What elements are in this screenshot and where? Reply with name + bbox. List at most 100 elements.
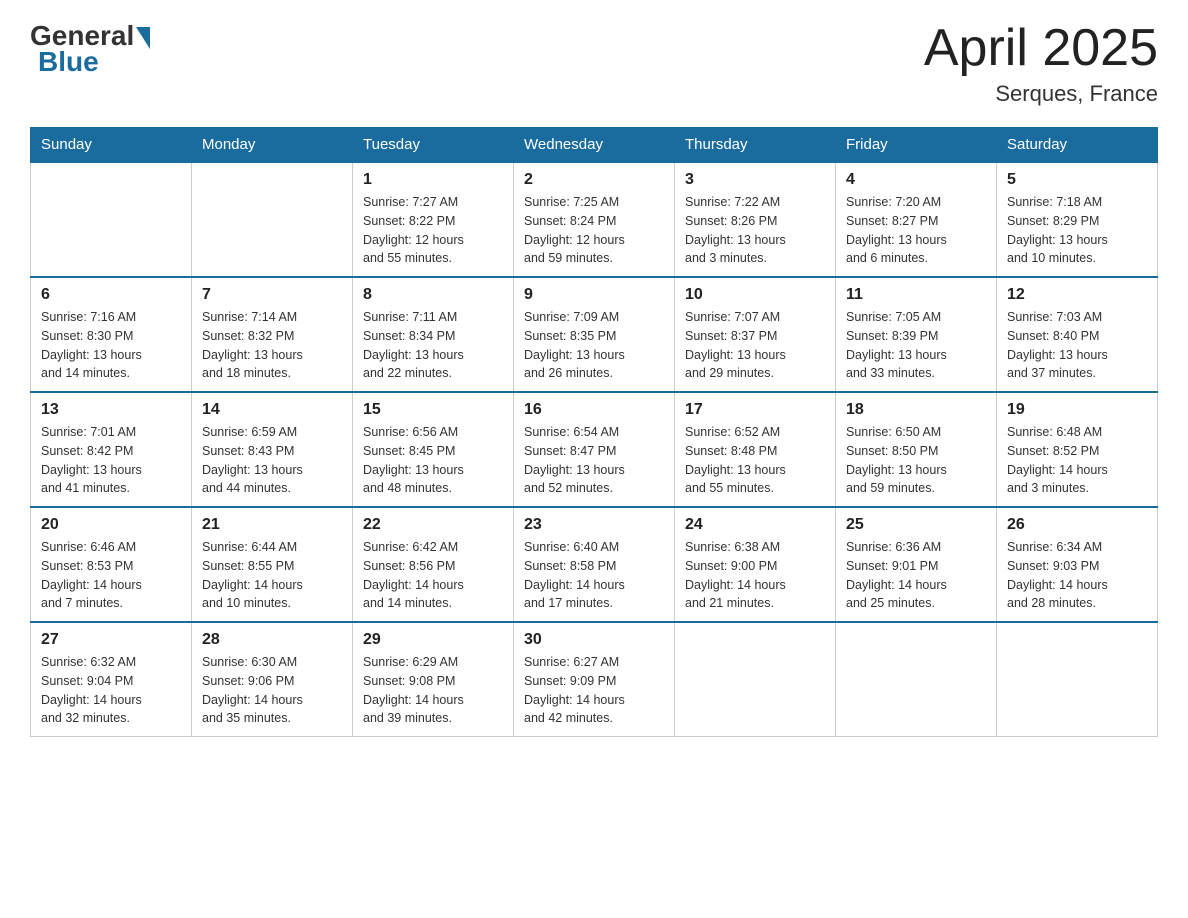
calendar-cell-w2-d2: 7 Sunrise: 7:14 AMSunset: 8:32 PMDaylight… xyxy=(192,277,353,392)
day-info: Sunrise: 6:56 AMSunset: 8:45 PMDaylight:… xyxy=(363,423,503,498)
title-section: April 2025 Serques, France xyxy=(924,20,1158,107)
day-number: 13 xyxy=(41,401,181,419)
calendar-cell-w2-d5: 10Sunrise: 7:07 AMSunset: 8:37 PMDayligh… xyxy=(675,277,836,392)
day-info: Sunrise: 7:20 AMSunset: 8:27 PMDaylight:… xyxy=(846,193,986,268)
calendar-cell-w5-d2: 28 Sunrise: 6:30 AMSunset: 9:06 PMDayligh… xyxy=(192,622,353,737)
day-number: 24 xyxy=(685,516,825,534)
day-info: Sunrise: 7:11 AMSunset: 8:34 PMDaylight:… xyxy=(363,308,503,383)
calendar-cell-w3-d1: 13 Sunrise: 7:01 AMSunset: 8:42 PMDayligh… xyxy=(31,392,192,507)
calendar-cell-w3-d2: 14Sunrise: 6:59 AMSunset: 8:43 PMDayligh… xyxy=(192,392,353,507)
calendar-cell-w2-d3: 8 Sunrise: 7:11 AMSunset: 8:34 PMDaylight… xyxy=(353,277,514,392)
calendar-cell-w4-d1: 20 Sunrise: 6:46 AMSunset: 8:53 PMDayligh… xyxy=(31,507,192,622)
col-monday: Monday xyxy=(192,128,353,163)
day-info: Sunrise: 6:42 AMSunset: 8:56 PMDaylight:… xyxy=(363,538,503,613)
day-info: Sunrise: 6:34 AMSunset: 9:03 PMDaylight:… xyxy=(1007,538,1147,613)
day-info: Sunrise: 6:40 AMSunset: 8:58 PMDaylight:… xyxy=(524,538,664,613)
calendar-cell-w4-d5: 24 Sunrise: 6:38 AMSunset: 9:00 PMDayligh… xyxy=(675,507,836,622)
day-info: Sunrise: 6:44 AMSunset: 8:55 PMDaylight:… xyxy=(202,538,342,613)
calendar-cell-w1-d6: 4 Sunrise: 7:20 AMSunset: 8:27 PMDaylight… xyxy=(836,162,997,277)
day-number: 18 xyxy=(846,401,986,419)
calendar-cell-w2-d7: 12Sunrise: 7:03 AMSunset: 8:40 PMDayligh… xyxy=(997,277,1158,392)
logo-blue-text: Blue xyxy=(38,46,99,77)
day-number: 21 xyxy=(202,516,342,534)
day-info: Sunrise: 6:27 AMSunset: 9:09 PMDaylight:… xyxy=(524,653,664,728)
calendar-cell-w1-d4: 2 Sunrise: 7:25 AMSunset: 8:24 PMDaylight… xyxy=(514,162,675,277)
page-header: General Blue April 2025 Serques, France xyxy=(30,20,1158,107)
calendar-cell-w1-d7: 5 Sunrise: 7:18 AMSunset: 8:29 PMDaylight… xyxy=(997,162,1158,277)
day-info: Sunrise: 6:32 AMSunset: 9:04 PMDaylight:… xyxy=(41,653,181,728)
day-number: 3 xyxy=(685,171,825,189)
calendar-cell-w3-d3: 15Sunrise: 6:56 AMSunset: 8:45 PMDayligh… xyxy=(353,392,514,507)
col-saturday: Saturday xyxy=(997,128,1158,163)
day-number: 5 xyxy=(1007,171,1147,189)
day-info: Sunrise: 6:48 AMSunset: 8:52 PMDaylight:… xyxy=(1007,423,1147,498)
day-info: Sunrise: 6:59 AMSunset: 8:43 PMDaylight:… xyxy=(202,423,342,498)
logo-arrow-icon xyxy=(136,27,150,49)
day-number: 29 xyxy=(363,631,503,649)
day-number: 23 xyxy=(524,516,664,534)
day-number: 27 xyxy=(41,631,181,649)
day-number: 22 xyxy=(363,516,503,534)
day-info: Sunrise: 6:30 AMSunset: 9:06 PMDaylight:… xyxy=(202,653,342,728)
calendar-cell-w1-d2 xyxy=(192,162,353,277)
day-info: Sunrise: 7:25 AMSunset: 8:24 PMDaylight:… xyxy=(524,193,664,268)
calendar-cell-w5-d4: 30Sunrise: 6:27 AMSunset: 9:09 PMDayligh… xyxy=(514,622,675,737)
calendar-cell-w1-d3: 1Sunrise: 7:27 AMSunset: 8:22 PMDaylight… xyxy=(353,162,514,277)
col-thursday: Thursday xyxy=(675,128,836,163)
day-number: 20 xyxy=(41,516,181,534)
calendar-cell-w5-d3: 29 Sunrise: 6:29 AMSunset: 9:08 PMDayligh… xyxy=(353,622,514,737)
day-number: 7 xyxy=(202,286,342,304)
day-info: Sunrise: 7:27 AMSunset: 8:22 PMDaylight:… xyxy=(363,193,503,268)
day-info: Sunrise: 6:29 AMSunset: 9:08 PMDaylight:… xyxy=(363,653,503,728)
day-number: 4 xyxy=(846,171,986,189)
calendar-cell-w4-d3: 22 Sunrise: 6:42 AMSunset: 8:56 PMDayligh… xyxy=(353,507,514,622)
logo: General Blue xyxy=(30,20,150,78)
calendar-cell-w4-d4: 23 Sunrise: 6:40 AMSunset: 8:58 PMDayligh… xyxy=(514,507,675,622)
day-number: 9 xyxy=(524,286,664,304)
day-info: Sunrise: 7:22 AMSunset: 8:26 PMDaylight:… xyxy=(685,193,825,268)
calendar-cell-w4-d6: 25 Sunrise: 6:36 AMSunset: 9:01 PMDayligh… xyxy=(836,507,997,622)
col-sunday: Sunday xyxy=(31,128,192,163)
calendar-cell-w3-d6: 18 Sunrise: 6:50 AMSunset: 8:50 PMDayligh… xyxy=(836,392,997,507)
day-info: Sunrise: 7:14 AMSunset: 8:32 PMDaylight:… xyxy=(202,308,342,383)
calendar-cell-w4-d7: 26 Sunrise: 6:34 AMSunset: 9:03 PMDayligh… xyxy=(997,507,1158,622)
calendar-week-4: 20 Sunrise: 6:46 AMSunset: 8:53 PMDayligh… xyxy=(31,507,1158,622)
day-number: 28 xyxy=(202,631,342,649)
day-info: Sunrise: 6:54 AMSunset: 8:47 PMDaylight:… xyxy=(524,423,664,498)
calendar-cell-w5-d6 xyxy=(836,622,997,737)
day-number: 25 xyxy=(846,516,986,534)
calendar-cell-w3-d5: 17Sunrise: 6:52 AMSunset: 8:48 PMDayligh… xyxy=(675,392,836,507)
day-number: 11 xyxy=(846,286,986,304)
calendar-cell-w2-d1: 6 Sunrise: 7:16 AMSunset: 8:30 PMDaylight… xyxy=(31,277,192,392)
calendar-week-2: 6 Sunrise: 7:16 AMSunset: 8:30 PMDaylight… xyxy=(31,277,1158,392)
calendar-week-3: 13 Sunrise: 7:01 AMSunset: 8:42 PMDayligh… xyxy=(31,392,1158,507)
calendar-cell-w5-d1: 27 Sunrise: 6:32 AMSunset: 9:04 PMDayligh… xyxy=(31,622,192,737)
calendar-cell-w1-d5: 3 Sunrise: 7:22 AMSunset: 8:26 PMDaylight… xyxy=(675,162,836,277)
calendar-table: Sunday Monday Tuesday Wednesday Thursday… xyxy=(30,127,1158,737)
day-number: 16 xyxy=(524,401,664,419)
col-friday: Friday xyxy=(836,128,997,163)
day-info: Sunrise: 7:18 AMSunset: 8:29 PMDaylight:… xyxy=(1007,193,1147,268)
day-info: Sunrise: 6:38 AMSunset: 9:00 PMDaylight:… xyxy=(685,538,825,613)
day-info: Sunrise: 6:46 AMSunset: 8:53 PMDaylight:… xyxy=(41,538,181,613)
day-number: 8 xyxy=(363,286,503,304)
calendar-cell-w4-d2: 21 Sunrise: 6:44 AMSunset: 8:55 PMDayligh… xyxy=(192,507,353,622)
calendar-cell-w3-d7: 19Sunrise: 6:48 AMSunset: 8:52 PMDayligh… xyxy=(997,392,1158,507)
day-info: Sunrise: 7:01 AMSunset: 8:42 PMDaylight:… xyxy=(41,423,181,498)
calendar-week-1: 1Sunrise: 7:27 AMSunset: 8:22 PMDaylight… xyxy=(31,162,1158,277)
day-info: Sunrise: 6:50 AMSunset: 8:50 PMDaylight:… xyxy=(846,423,986,498)
day-info: Sunrise: 7:05 AMSunset: 8:39 PMDaylight:… xyxy=(846,308,986,383)
calendar-cell-w1-d1 xyxy=(31,162,192,277)
month-year-title: April 2025 xyxy=(924,20,1158,77)
calendar-header-row: Sunday Monday Tuesday Wednesday Thursday… xyxy=(31,128,1158,163)
day-number: 6 xyxy=(41,286,181,304)
day-info: Sunrise: 6:52 AMSunset: 8:48 PMDaylight:… xyxy=(685,423,825,498)
day-number: 2 xyxy=(524,171,664,189)
calendar-cell-w3-d4: 16 Sunrise: 6:54 AMSunset: 8:47 PMDayligh… xyxy=(514,392,675,507)
calendar-cell-w2-d6: 11 Sunrise: 7:05 AMSunset: 8:39 PMDayligh… xyxy=(836,277,997,392)
day-info: Sunrise: 6:36 AMSunset: 9:01 PMDaylight:… xyxy=(846,538,986,613)
day-info: Sunrise: 7:16 AMSunset: 8:30 PMDaylight:… xyxy=(41,308,181,383)
day-info: Sunrise: 7:03 AMSunset: 8:40 PMDaylight:… xyxy=(1007,308,1147,383)
day-info: Sunrise: 7:07 AMSunset: 8:37 PMDaylight:… xyxy=(685,308,825,383)
day-number: 26 xyxy=(1007,516,1147,534)
